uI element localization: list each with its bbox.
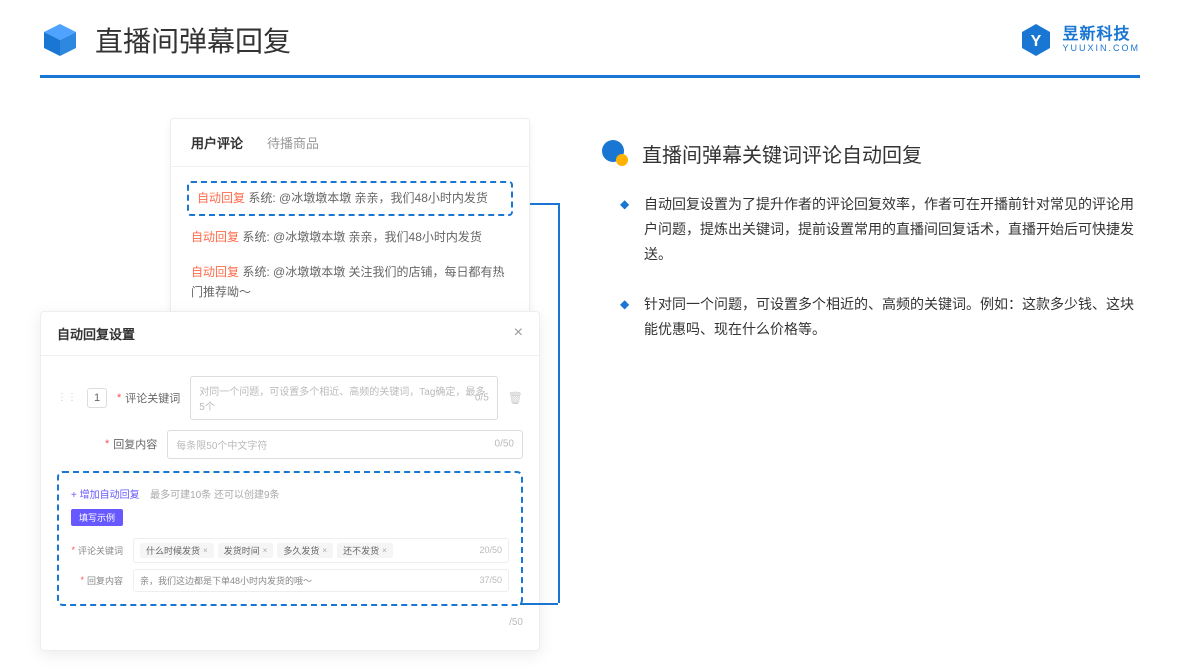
row-number: 1 [87,388,107,408]
add-hint: 最多可建10条 还可以创建9条 [150,490,279,501]
drag-handle-icon[interactable]: ⋮⋮ [57,392,77,403]
tag-chip: 什么时候发货× [140,543,214,558]
example-content-row: *回复内容 亲，我们这边都是下单48小时内发货的哦～ 37/50 [71,569,509,592]
add-auto-reply-link[interactable]: + 增加自动回复 [71,490,140,501]
auto-reply-tag: 自动回复 [191,265,239,279]
keyword-label: 评论关键词 [125,390,180,406]
section-title: 直播间弹幕关键词评论自动回复 [642,139,922,168]
content-input[interactable]: 每条限50个中文字符 0/50 [167,430,523,459]
logo-cube-icon [40,20,80,60]
page-title: 直播间弹幕回复 [95,20,291,60]
close-icon[interactable]: × [514,324,523,342]
brand-name: 昱新科技 [1062,26,1140,44]
tag-chip: 多久发货× [277,543,333,558]
comment-panel: 用户评论 待播商品 自动回复 系统: @冰墩墩本墩 亲亲，我们48小时内发货 自… [170,118,530,321]
bullet-item: 针对同一个问题，可设置多个相近的、高频的关键词。例如：这款多少钱、这块能优惠吗、… [620,292,1140,342]
ex-content-input[interactable]: 亲，我们这边都是下单48小时内发货的哦～ 37/50 [133,569,509,592]
comment-text: 系统: @冰墩墩本墩 关注我们的店铺，每日都有热门推荐呦～ [191,265,505,298]
brand-url: YUUXIN.COM [1062,44,1140,54]
comment-item: 自动回复 系统: @冰墩墩本墩 亲亲，我们48小时内发货 [187,220,513,255]
content-count: 0/50 [495,439,514,450]
example-box: + 增加自动回复 最多可建10条 还可以创建9条 填写示例 *评论关键词 什么时… [57,471,523,606]
ex-keyword-input[interactable]: 什么时候发货× 发货时间× 多久发货× 还不发货× 20/50 [133,538,509,563]
settings-title: 自动回复设置 [57,324,135,343]
comment-item: 自动回复 系统: @冰墩墩本墩 关注我们的店铺，每日都有热门推荐呦～ [187,255,513,309]
form-row-keyword: ⋮⋮ 1 *评论关键词 对同一个问题，可设置多个相近、高频的关键词，Tag确定，… [57,376,523,420]
ex-content-count: 37/50 [479,575,502,585]
tabs: 用户评论 待播商品 [171,119,529,167]
ex-keyword-count: 20/50 [479,545,502,555]
keyword-count: 0/5 [475,392,489,403]
chat-bubble-icon [600,138,630,168]
tag-chip: 发货时间× [218,543,274,558]
tag-chip: 还不发货× [337,543,393,558]
connector-line [520,603,558,605]
bullet-item: 自动回复设置为了提升作者的评论回复效率，作者可在开播前针对常见的评论用户问题，提… [620,192,1140,268]
comment-text: 系统: @冰墩墩本墩 亲亲，我们48小时内发货 [248,191,488,205]
content-label: 回复内容 [113,436,157,452]
example-badge: 填写示例 [71,509,123,526]
svg-text:Y: Y [1031,33,1042,50]
ex-content-label: 回复内容 [87,574,123,587]
comment-item: 自动回复 系统: @冰墩墩本墩 亲亲，我们48小时内发货 [187,181,513,216]
comment-list: 自动回复 系统: @冰墩墩本墩 亲亲，我们48小时内发货 自动回复 系统: @冰… [171,167,529,320]
outer-count: /50 [509,617,523,628]
comment-text: 系统: @冰墩墩本墩 亲亲，我们48小时内发货 [242,230,482,244]
section-header: 直播间弹幕关键词评论自动回复 [600,138,1140,168]
tab-user-comments[interactable]: 用户评论 [191,133,243,152]
settings-panel: 自动回复设置 × ⋮⋮ 1 *评论关键词 对同一个问题，可设置多个相近、高频的关… [40,311,540,651]
connector-line [558,203,560,603]
auto-reply-tag: 自动回复 [197,191,245,205]
trash-icon[interactable]: 🗑 [508,391,523,405]
brand: Y 昱新科技 YUUXIN.COM [1018,22,1140,58]
auto-reply-tag: 自动回复 [191,230,239,244]
ex-keyword-label: 评论关键词 [78,544,123,557]
bullet-list: 自动回复设置为了提升作者的评论回复效率，作者可在开播前针对常见的评论用户问题，提… [600,192,1140,342]
connector-line [530,203,558,205]
brand-icon: Y [1018,22,1054,58]
tab-pending-goods[interactable]: 待播商品 [267,133,319,152]
keyword-input[interactable]: 对同一个问题，可设置多个相近、高频的关键词，Tag确定，最多5个 0/5 [190,376,497,420]
example-keyword-row: *评论关键词 什么时候发货× 发货时间× 多久发货× 还不发货× 20/50 [71,538,509,563]
form-row-content: *回复内容 每条限50个中文字符 0/50 [57,430,523,459]
page-header: 直播间弹幕回复 Y 昱新科技 YUUXIN.COM [0,0,1180,75]
